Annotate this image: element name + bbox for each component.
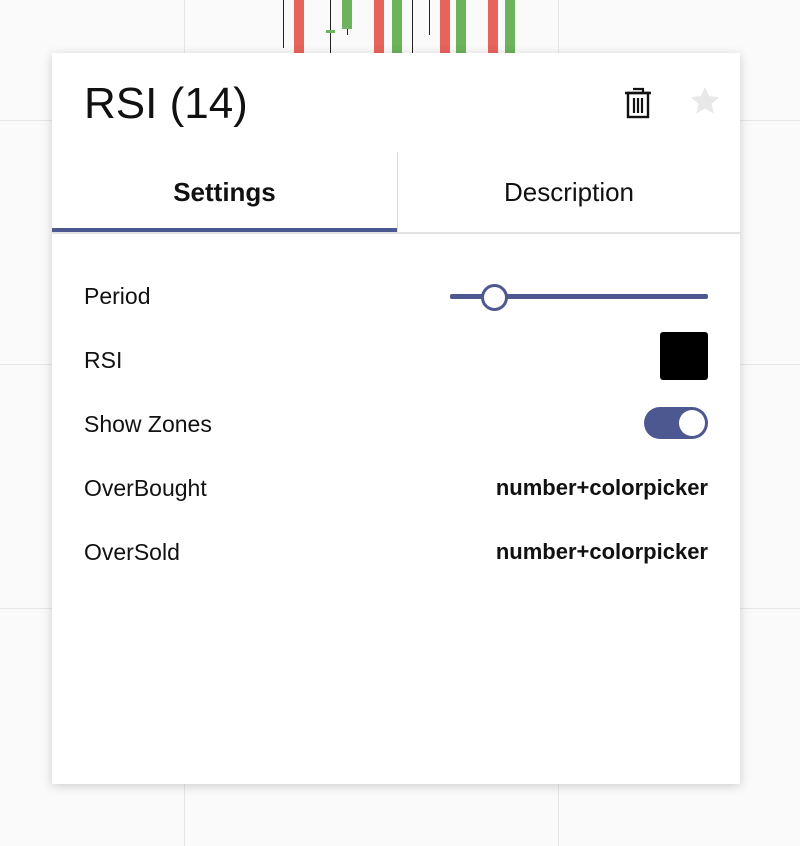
- candle-wick: [429, 0, 430, 35]
- setting-row-show-zones: Show Zones: [84, 404, 708, 444]
- tab-description[interactable]: Description: [398, 152, 740, 232]
- candle-wick: [283, 0, 284, 48]
- overbought-label: OverBought: [84, 475, 207, 501]
- candle-up: [326, 30, 335, 33]
- indicator-settings-dialog: RSI (14) Settings Description Period RSI: [52, 53, 740, 784]
- candle-up: [456, 0, 466, 53]
- toggle-knob: [679, 410, 705, 436]
- candle-up: [392, 0, 402, 53]
- candle-wick: [330, 0, 331, 53]
- setting-row-period: Period: [84, 276, 708, 316]
- oversold-value[interactable]: number+colorpicker: [496, 532, 708, 572]
- setting-row-oversold: OverSold number+colorpicker: [84, 532, 708, 572]
- candle-down: [374, 0, 384, 53]
- candle-wick: [412, 0, 413, 53]
- show-zones-label: Show Zones: [84, 411, 212, 437]
- star-icon: [690, 86, 720, 114]
- rsi-label: RSI: [84, 347, 123, 373]
- setting-row-rsi: RSI: [84, 332, 708, 380]
- dialog-title: RSI (14): [84, 79, 248, 128]
- period-slider[interactable]: [450, 284, 708, 311]
- trash-icon: [625, 87, 651, 119]
- setting-row-overbought: OverBought number+colorpicker: [84, 468, 708, 508]
- oversold-label: OverSold: [84, 539, 180, 565]
- candle-down: [440, 0, 450, 53]
- period-label: Period: [84, 283, 151, 309]
- delete-indicator-button[interactable]: [622, 85, 654, 121]
- active-tab-indicator: [52, 228, 397, 232]
- tab-bar: Settings Description: [52, 152, 740, 234]
- rsi-color-picker[interactable]: [660, 332, 708, 380]
- slider-knob[interactable]: [480, 284, 508, 311]
- candle-down: [488, 0, 498, 53]
- candle-down: [294, 0, 304, 53]
- candle-up: [342, 0, 352, 29]
- favorite-button[interactable]: [688, 84, 722, 118]
- tab-settings[interactable]: Settings: [52, 152, 397, 232]
- overbought-value[interactable]: number+colorpicker: [496, 468, 708, 508]
- candle-up: [505, 0, 515, 53]
- show-zones-toggle[interactable]: [644, 407, 708, 439]
